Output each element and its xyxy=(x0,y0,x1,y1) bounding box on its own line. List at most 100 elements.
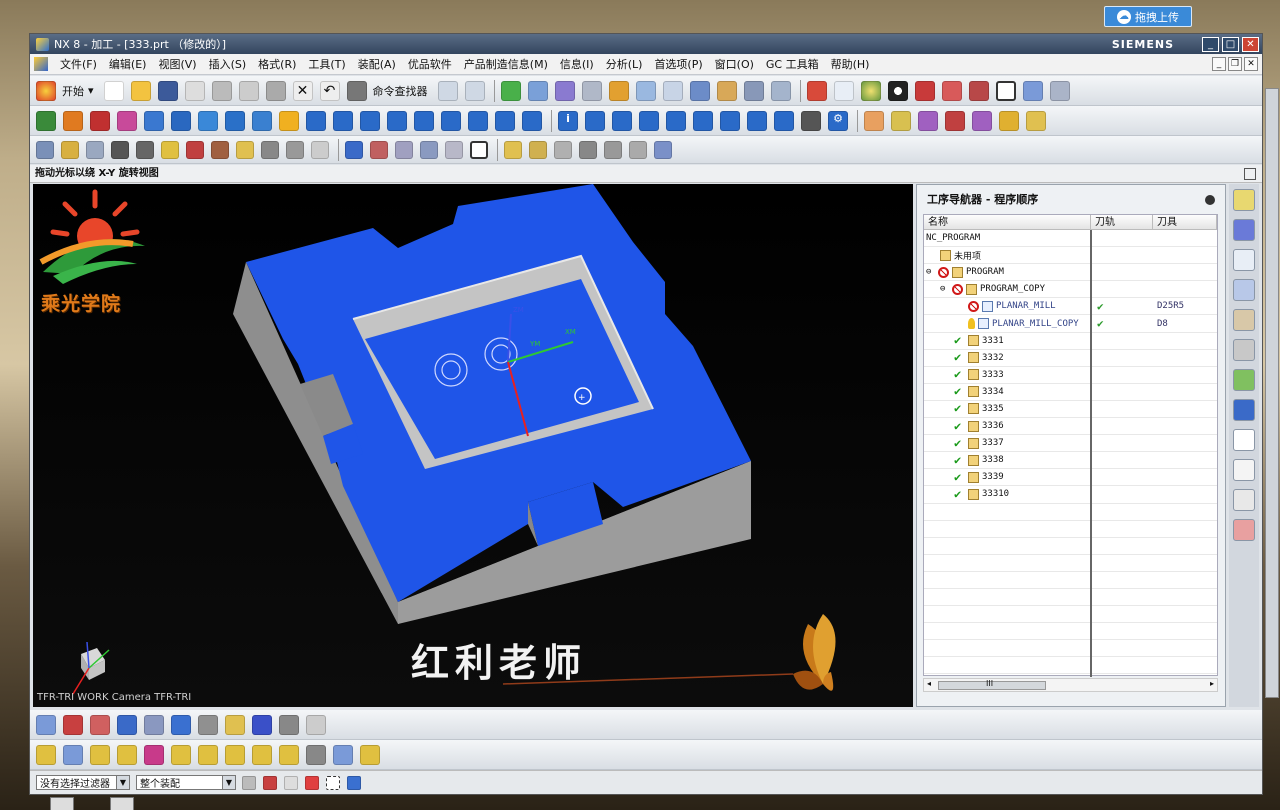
feature-17-icon[interactable] xyxy=(445,140,463,159)
bottom-tool-18-icon[interactable] xyxy=(198,744,218,765)
op-tool-13-icon[interactable] xyxy=(468,110,488,131)
op-tool-29-icon[interactable] xyxy=(972,110,992,131)
system-materials-tab-icon[interactable] xyxy=(1233,489,1255,511)
bottom-tool-14-icon[interactable] xyxy=(90,744,110,765)
bottom-tool-12-icon[interactable] xyxy=(36,744,56,765)
bottom-tool-23-icon[interactable] xyxy=(333,744,353,765)
create-geometry-icon[interactable] xyxy=(689,80,710,101)
move-down-icon[interactable] xyxy=(63,110,83,131)
bottom-tool-6-icon[interactable] xyxy=(171,714,191,735)
navigator-row[interactable]: ✔ 3339 xyxy=(924,469,1217,487)
menu-file[interactable]: 文件(F) xyxy=(54,56,103,72)
render-style-icon[interactable] xyxy=(860,80,881,101)
menu-window[interactable]: 窗口(O) xyxy=(709,56,760,72)
layer-icon[interactable] xyxy=(1022,80,1043,101)
op-tool-5-icon[interactable] xyxy=(252,110,272,131)
background-color-icon[interactable] xyxy=(995,80,1016,101)
program-view-icon[interactable] xyxy=(527,80,548,101)
bottom-tool-10-icon[interactable] xyxy=(279,714,299,735)
op-tool-9-icon[interactable] xyxy=(360,110,380,131)
op-tool-17-icon[interactable] xyxy=(612,110,632,131)
selection-filter-icon[interactable] xyxy=(437,80,458,101)
machine-view-icon[interactable] xyxy=(554,80,575,101)
feature-13-icon[interactable] xyxy=(345,140,363,159)
op-tool-8-icon[interactable] xyxy=(333,110,353,131)
navigator-row[interactable]: ✔ 3335 xyxy=(924,401,1217,419)
bottom-tool-8-icon[interactable] xyxy=(225,714,245,735)
navigator-row[interactable]: ✔ 3338 xyxy=(924,452,1217,470)
doc-close-button[interactable]: ✕ xyxy=(1244,57,1258,71)
feature-19-icon[interactable] xyxy=(529,140,547,159)
op-tool-28-icon[interactable] xyxy=(945,110,965,131)
navigator-row[interactable]: ✔ 33310 xyxy=(924,486,1217,504)
upload-button[interactable]: ☁ 拖拽上传 xyxy=(1104,6,1192,27)
select-feature-icon[interactable] xyxy=(305,775,319,790)
pin-icon[interactable] xyxy=(1205,195,1215,205)
feature-14-icon[interactable] xyxy=(370,140,388,159)
navigator-row[interactable]: ✔ 3337 xyxy=(924,435,1217,453)
machine-tool-tab-icon[interactable] xyxy=(1233,219,1255,241)
menu-help[interactable]: 帮助(H) xyxy=(825,56,876,72)
navigator-row[interactable]: ✔ 3334 xyxy=(924,384,1217,401)
op-tool-15-icon[interactable] xyxy=(522,110,542,131)
settings-gear-icon[interactable]: ⚙ xyxy=(828,110,848,131)
copy-icon[interactable] xyxy=(238,80,259,101)
bottom-tool-20-icon[interactable] xyxy=(252,744,272,765)
section-view-icon[interactable] xyxy=(941,80,962,101)
chevron-down-icon[interactable]: ▼ xyxy=(116,776,129,789)
op-tool-2-icon[interactable] xyxy=(171,110,191,131)
minimize-button[interactable]: _ xyxy=(1202,36,1219,52)
op-tool-19-icon[interactable] xyxy=(666,110,686,131)
menu-pmi[interactable]: 产品制造信息(M) xyxy=(458,56,554,72)
bottom-tool-21-icon[interactable] xyxy=(279,744,299,765)
app-menu-icon[interactable] xyxy=(34,57,48,71)
filter-reset-icon[interactable] xyxy=(242,775,256,790)
color-icon[interactable] xyxy=(117,110,137,131)
snap-point-icon[interactable] xyxy=(263,775,277,790)
taskbar-app-1-icon[interactable] xyxy=(50,797,74,810)
rectangle-icon[interactable] xyxy=(470,140,488,159)
op-tool-6-icon[interactable] xyxy=(279,110,299,131)
palette-tab-icon[interactable] xyxy=(1233,369,1255,391)
bottom-tool-1-icon[interactable] xyxy=(36,714,56,735)
info-icon[interactable]: i xyxy=(558,110,578,131)
edge-view-icon[interactable] xyxy=(968,80,989,101)
menu-assembly[interactable]: 装配(A) xyxy=(352,56,402,72)
column-header-tool[interactable]: 刀具 xyxy=(1153,215,1217,229)
doc-restore-button[interactable]: ❐ xyxy=(1228,57,1242,71)
delete-icon[interactable]: ✕ xyxy=(292,80,313,101)
chevron-down-icon[interactable]: ▼ xyxy=(222,776,235,789)
op-tool-25-icon[interactable] xyxy=(864,110,884,131)
navigator-row[interactable]: ✔ 3332 xyxy=(924,350,1217,367)
feature-11-icon[interactable] xyxy=(286,140,304,159)
graphics-viewport[interactable]: XM YM ZM + 乘光学院 红利老师 TFR-TRI WORK Camera… xyxy=(33,184,913,707)
cube-view-icon[interactable] xyxy=(914,80,935,101)
scroll-right-icon[interactable]: ▸ xyxy=(1210,679,1214,688)
menu-format[interactable]: 格式(R) xyxy=(252,56,302,72)
scroll-left-icon[interactable]: ◂ xyxy=(927,679,931,688)
navigator-row[interactable]: PLANAR_MILL_COPY ✔ D8 xyxy=(924,315,1217,333)
bottom-tool-15-icon[interactable] xyxy=(117,744,137,765)
select-body-icon[interactable] xyxy=(347,775,361,790)
move-up-icon[interactable] xyxy=(36,110,56,131)
menu-insert[interactable]: 插入(S) xyxy=(203,56,253,72)
feature-9-icon[interactable] xyxy=(236,140,254,159)
op-tool-24-icon[interactable] xyxy=(801,110,821,131)
feature-22-icon[interactable] xyxy=(604,140,622,159)
bottom-tool-17-icon[interactable] xyxy=(171,744,191,765)
navigator-row[interactable]: 未用项 xyxy=(924,247,1217,265)
feature-4-icon[interactable] xyxy=(111,140,129,159)
maximize-button[interactable]: □ xyxy=(1222,36,1239,52)
web-browser-tab-icon[interactable] xyxy=(1233,399,1255,421)
command-finder-button[interactable]: 命令查找器 xyxy=(346,80,428,101)
select-all-icon[interactable] xyxy=(284,775,298,790)
hd3d-tab-icon[interactable] xyxy=(1233,339,1255,361)
stop-icon[interactable] xyxy=(90,110,110,131)
part-navigator-tab-icon[interactable] xyxy=(1233,279,1255,301)
bottom-tool-4-icon[interactable] xyxy=(117,714,137,735)
op-tool-10-icon[interactable] xyxy=(387,110,407,131)
paste-icon[interactable] xyxy=(265,80,286,101)
op-tool-12-icon[interactable] xyxy=(441,110,461,131)
orient-view-icon[interactable] xyxy=(833,80,854,101)
create-operation-icon[interactable] xyxy=(743,80,764,101)
